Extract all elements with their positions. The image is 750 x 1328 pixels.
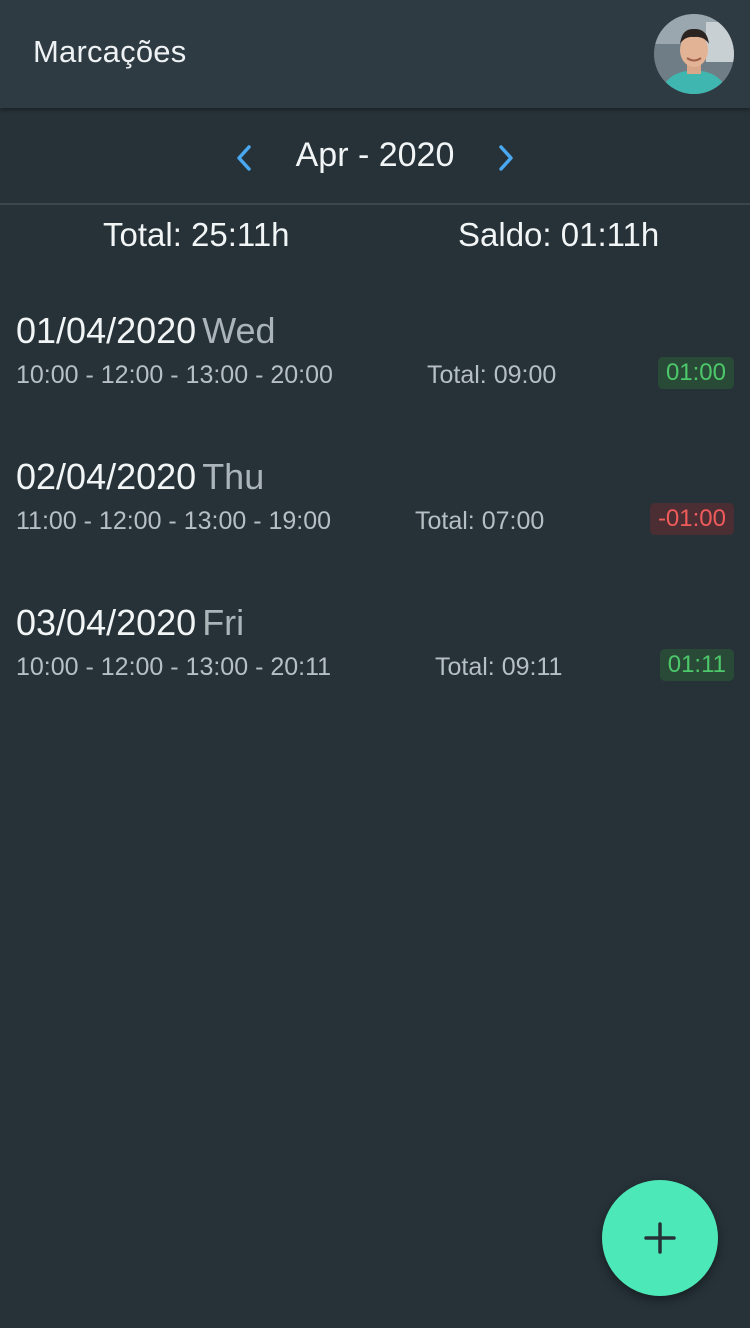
entry-date: 02/04/2020: [16, 456, 197, 497]
avatar[interactable]: [654, 14, 734, 94]
entry-date: 03/04/2020: [16, 602, 197, 643]
page-title: Marcações: [33, 34, 187, 69]
entry-times: 10:00 - 12:00 - 13:00 - 20:00: [16, 361, 333, 389]
month-summary: Total: 25:11h Saldo: 01:11h: [0, 216, 750, 260]
entry-weekday: Fri: [202, 602, 245, 643]
month-balance: Saldo: 01:11h: [458, 216, 660, 253]
month-total: Total: 25:11h: [103, 216, 290, 253]
balance-badge: 01:00: [657, 357, 734, 389]
entry-weekday: Wed: [202, 310, 276, 351]
list-item[interactable]: 01/04/2020 Wed 10:00 - 12:00 - 13:00 - 20…: [0, 310, 750, 410]
entry-total: Total: 07:00: [415, 507, 545, 535]
user-photo-icon: [654, 14, 734, 94]
balance-badge: -01:00: [649, 503, 734, 535]
app-screen: Marcações Apr - 2020 Total: 25:11h Saldo…: [0, 0, 750, 1328]
entry-times: 10:00 - 12:00 - 13:00 - 20:11: [16, 653, 332, 681]
entry-heading: 01/04/2020 Wed: [16, 310, 276, 352]
list-item[interactable]: 02/04/2020 Thu 11:00 - 12:00 - 13:00 - 19…: [0, 456, 750, 556]
entry-heading: 03/04/2020 Fri: [16, 602, 244, 644]
plus-icon: [644, 1222, 676, 1254]
entry-total: Total: 09:11: [435, 653, 563, 681]
month-navigator: Apr - 2020: [0, 108, 750, 205]
entry-date: 01/04/2020: [16, 310, 197, 351]
list-item[interactable]: 03/04/2020 Fri 10:00 - 12:00 - 13:00 - 20…: [0, 602, 750, 702]
app-bar: Marcações: [0, 0, 750, 108]
current-month-label: Apr - 2020: [295, 136, 455, 174]
chevron-right-icon: [499, 145, 513, 171]
balance-badge: 01:11: [659, 649, 734, 681]
entry-total: Total: 09:00: [427, 361, 557, 389]
entry-times: 11:00 - 12:00 - 13:00 - 19:00: [16, 507, 332, 535]
entry-heading: 02/04/2020 Thu: [16, 456, 264, 498]
entry-weekday: Thu: [202, 456, 265, 497]
next-month-button[interactable]: [486, 138, 526, 178]
add-entry-button[interactable]: [602, 1180, 718, 1296]
